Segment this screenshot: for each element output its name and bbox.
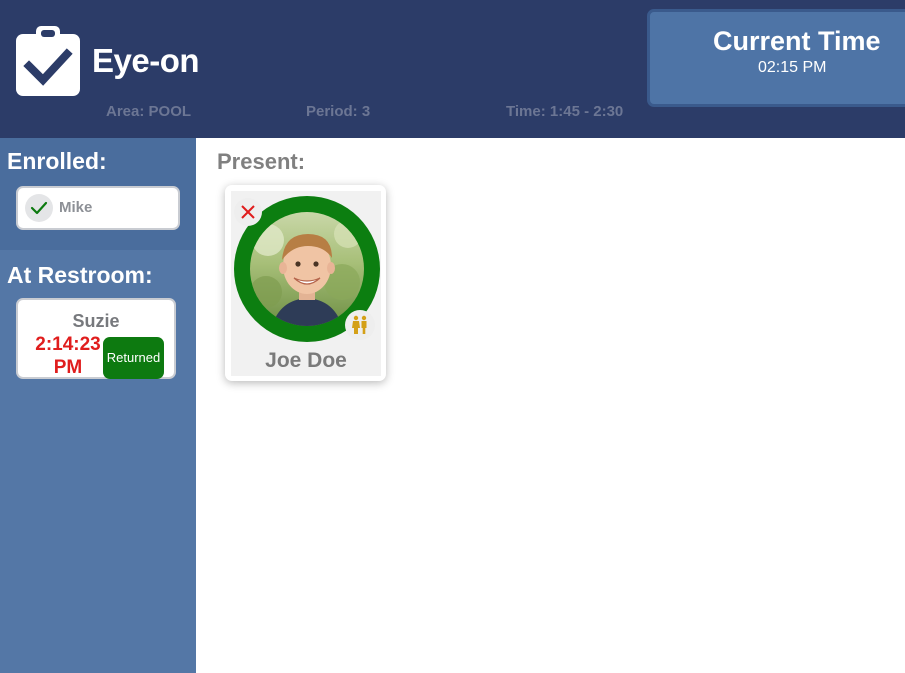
clipboard-check-icon [16, 26, 80, 96]
restroom-student-name: Suzie [72, 311, 120, 331]
restroom-title: At Restroom: [7, 262, 153, 288]
time-range-label: Time: 1:45 - 2:30 [506, 103, 624, 120]
student-name: Joe Doe [265, 349, 347, 372]
current-time-value: 02:15 PM [758, 59, 827, 76]
current-time-panel: Current Time 02:15 PM [647, 9, 905, 107]
present-title: Present: [217, 149, 306, 174]
student-card[interactable]: Joe Doe [225, 185, 386, 381]
sidebar: Enrolled: Mike At Restroom: Suzie 2:14:2… [0, 138, 196, 673]
app-title: Eye-on [92, 42, 200, 79]
enrolled-student-card[interactable]: Mike [16, 186, 180, 230]
restroom-icon[interactable] [345, 310, 375, 340]
student-card-body: Joe Doe [231, 191, 381, 376]
checkmark-icon[interactable] [25, 194, 53, 222]
period-label: Period: 3 [306, 103, 371, 120]
student-photo [250, 212, 364, 326]
returned-button[interactable]: Returned [103, 337, 164, 379]
enrolled-student-name: Mike [59, 199, 93, 216]
enrolled-title: Enrolled: [7, 148, 107, 174]
restroom-departure-time: 2:14:23 PM [35, 334, 101, 378]
restroom-student-card: Suzie 2:14:23 PM Returned [16, 298, 176, 379]
area-label: Area: POOL [106, 103, 192, 120]
close-icon[interactable] [234, 198, 262, 226]
enrolled-section: Enrolled: Mike [0, 138, 196, 250]
current-time-label: Current Time [713, 26, 881, 56]
app-header: Eye-on Area: POOL Period: 3 Time: 1:45 -… [0, 0, 905, 138]
